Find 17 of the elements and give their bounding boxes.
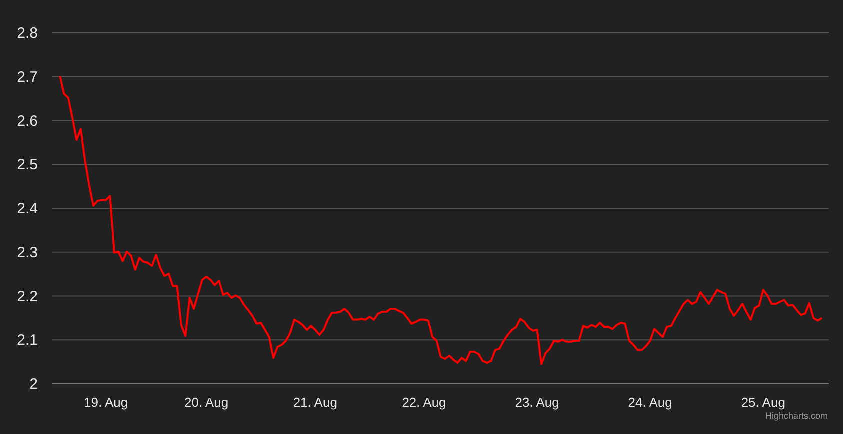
y-axis-label: 2.5 <box>17 156 38 174</box>
y-axis-label: 2 <box>30 376 38 393</box>
y-axis-label: 2.6 <box>17 112 38 130</box>
y-axis-label: 2.1 <box>17 332 38 350</box>
x-axis-label: 19. Aug <box>84 395 128 410</box>
x-axis-label: 24. Aug <box>628 395 672 410</box>
y-axis-label: 2.8 <box>17 25 38 42</box>
x-axis-label: 20. Aug <box>184 395 229 410</box>
y-axis-label: 2.3 <box>17 244 38 262</box>
x-axis-label: 25. Aug <box>741 395 786 410</box>
x-axis-label: 22. Aug <box>402 395 446 410</box>
y-axis-label: 2.2 <box>17 288 38 306</box>
y-axis-label: 2.4 <box>17 200 38 218</box>
credits-link[interactable]: Highcharts.com <box>765 411 828 421</box>
x-axis-label: 23. Aug <box>515 395 560 410</box>
x-axis-label: 21. Aug <box>293 395 338 410</box>
y-axis-label: 2.7 <box>17 68 38 86</box>
